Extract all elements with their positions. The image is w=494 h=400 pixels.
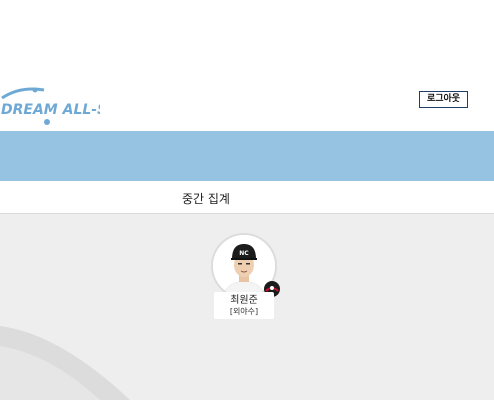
vote-content-area: NC 최원준 [외야수] (0, 214, 494, 400)
dream-all-star-logo[interactable]: DREAM ALL-STAR (0, 84, 100, 126)
player-name: 최원준 (230, 295, 258, 306)
top-header: DREAM ALL-STAR 로그아웃 (0, 0, 494, 131)
logout-button[interactable]: 로그아웃 (419, 91, 468, 108)
player-position: [외야수] (229, 307, 259, 316)
tab-interim-results[interactable]: 중간 집계 (0, 181, 412, 214)
hero-banner (0, 131, 494, 181)
player-name-box: 최원준 [외야수] (214, 292, 274, 319)
logo-text: DREAM ALL-STAR (1, 102, 100, 118)
svg-text:NC: NC (239, 250, 249, 257)
tab-bar: 중간 집계 (0, 181, 494, 214)
player-card[interactable]: NC 최원준 [외야수] (210, 233, 280, 323)
